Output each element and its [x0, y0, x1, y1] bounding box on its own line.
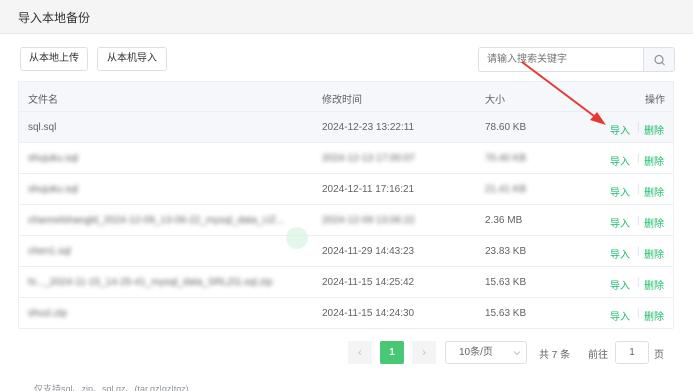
header-modified: 修改时间: [322, 95, 362, 106]
delete-link[interactable]: 删除: [644, 215, 664, 230]
total-count: 共 7 条: [539, 350, 571, 361]
delete-link[interactable]: 删除: [644, 308, 664, 323]
table-row[interactable]: hi..._2024-11-15_14-25-41_mysql_data_SRL…: [19, 267, 673, 298]
file-size: 15.63 KB: [485, 308, 527, 319]
modified-time: 2024-12-09 13:06:22: [322, 215, 415, 226]
modified-time: 2024-11-15 14:25:42: [322, 277, 415, 288]
import-link[interactable]: 导入: [610, 277, 630, 292]
table-row[interactable]: channelshangld_2024-12-09_13-06-22_mysql…: [19, 205, 673, 236]
table-header: 文件名 修改时间 大小 操作: [19, 82, 673, 112]
file-size: 23.83 KB: [485, 246, 527, 257]
delete-link[interactable]: 删除: [644, 246, 664, 261]
action-divider: |: [637, 246, 640, 257]
header-actions: 操作: [645, 95, 665, 106]
delete-link[interactable]: 删除: [644, 184, 664, 199]
header-filename: 文件名: [28, 95, 58, 106]
next-page-button[interactable]: ›: [412, 341, 436, 364]
table-row[interactable]: sql.sql 2024-12-23 13:22:11 78.60 KB 导入 …: [19, 112, 673, 143]
search-input[interactable]: [478, 47, 644, 72]
delete-link[interactable]: 删除: [644, 153, 664, 168]
loading-indicator-icon: [286, 227, 308, 249]
file-size: 70.40 KB: [485, 153, 527, 164]
action-divider: |: [637, 153, 640, 164]
header-size: 大小: [485, 95, 505, 106]
import-link[interactable]: 导入: [610, 308, 630, 323]
search-icon: [654, 54, 665, 66]
import-link[interactable]: 导入: [610, 246, 630, 261]
backup-table: 文件名 修改时间 大小 操作 sql.sql 2024-12-23 13:22:…: [18, 81, 674, 329]
table-row[interactable]: shuzi.zip 2024-11-15 14:24:30 15.63 KB 导…: [19, 298, 673, 329]
action-divider: |: [637, 122, 640, 133]
table-row[interactable]: shujuku.sql 2024-12-11 17:16:21 21.41 KB…: [19, 174, 673, 205]
file-name: channelshangld_2024-12-09_13-06-22_mysql…: [28, 215, 285, 226]
import-link[interactable]: 导入: [610, 215, 630, 230]
modified-time: 2024-12-11 17:16:21: [322, 184, 415, 195]
import-link[interactable]: 导入: [610, 153, 630, 168]
action-divider: |: [637, 277, 640, 288]
modified-time: 2024-11-15 14:24:30: [322, 308, 415, 319]
dialog-title: 导入本地备份: [18, 11, 91, 25]
modified-time: 2024-12-13 17:00:07: [322, 153, 415, 164]
import-link[interactable]: 导入: [610, 122, 630, 137]
prev-page-button[interactable]: ‹: [348, 341, 372, 364]
current-page-button[interactable]: 1: [380, 341, 404, 364]
import-machine-button[interactable]: 从本机导入: [97, 47, 167, 71]
file-name: shujuku.sql: [28, 153, 79, 164]
goto-suffix: 页: [654, 350, 664, 361]
page-size-select[interactable]: 10条/页: [445, 341, 527, 364]
action-divider: |: [637, 308, 640, 319]
goto-page-input[interactable]: 1: [615, 341, 649, 364]
file-name: shuzi.zip: [28, 308, 67, 319]
file-name: shujuku.sql: [28, 184, 79, 195]
file-size: 21.41 KB: [485, 184, 527, 195]
delete-link[interactable]: 删除: [644, 122, 664, 137]
search-button[interactable]: [643, 47, 675, 72]
file-size: 2.36 MB: [485, 215, 523, 226]
chevron-down-icon: [513, 351, 521, 356]
modified-time: 2024-11-29 14:43:23: [322, 246, 415, 257]
table-row[interactable]: chen1.sql 2024-11-29 14:43:23 23.83 KB 导…: [19, 236, 673, 267]
page-size-value: 10条/页: [459, 347, 493, 358]
dialog-footer: 仅支持sql、zip、sql.gz、(tar.gz|gz|tgz): [0, 376, 693, 391]
file-name: chen1.sql: [28, 246, 71, 257]
dialog-header: 导入本地备份: [0, 0, 693, 34]
goto-prefix: 前往: [588, 350, 608, 361]
supported-formats-note: 仅支持sql、zip、sql.gz、(tar.gz|gz|tgz): [34, 384, 189, 391]
upload-local-button[interactable]: 从本地上传: [20, 47, 88, 71]
table-row[interactable]: shujuku.sql 2024-12-13 17:00:07 70.40 KB…: [19, 143, 673, 174]
modified-time: 2024-12-23 13:22:11: [322, 122, 415, 133]
file-size: 15.63 KB: [485, 277, 527, 288]
action-divider: |: [637, 184, 640, 195]
file-name: hi..._2024-11-15_14-25-41_mysql_data_SRL…: [28, 277, 273, 288]
import-link[interactable]: 导入: [610, 184, 630, 199]
file-size: 78.60 KB: [485, 122, 527, 133]
action-divider: |: [637, 215, 640, 226]
delete-link[interactable]: 删除: [644, 277, 664, 292]
file-name: sql.sql: [28, 122, 57, 133]
